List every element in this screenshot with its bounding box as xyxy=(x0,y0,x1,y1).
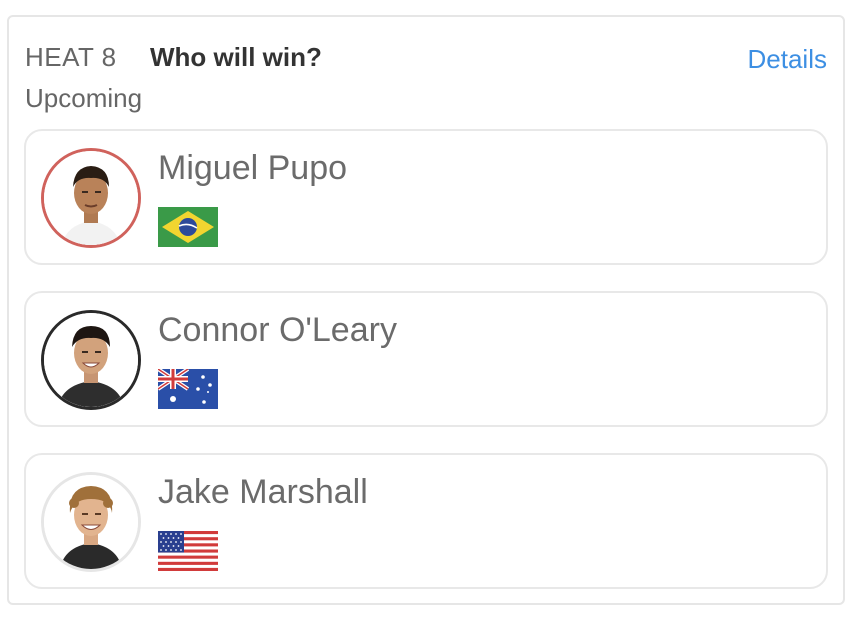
usa-flag-icon xyxy=(158,531,218,571)
heat-question: Who will win? xyxy=(150,42,322,72)
surfer-option[interactable]: Miguel Pupo xyxy=(24,129,828,265)
surfer-name: Connor O'Leary xyxy=(158,311,397,349)
surfer-avatar xyxy=(41,310,141,410)
details-link[interactable]: Details xyxy=(748,44,827,75)
surfer-option[interactable]: Jake Marshall xyxy=(24,453,828,589)
surfer-avatar xyxy=(41,472,141,572)
surfer-option[interactable]: Connor O'Leary xyxy=(24,291,828,427)
surfer-avatar xyxy=(41,148,141,248)
surfer-name: Miguel Pupo xyxy=(158,149,348,187)
surfer-name: Jake Marshall xyxy=(158,473,368,511)
heat-status: Upcoming xyxy=(25,83,143,113)
australia-flag-icon xyxy=(158,369,218,409)
brazil-flag-icon xyxy=(158,207,218,247)
heat-label: HEAT 8 xyxy=(25,42,117,72)
